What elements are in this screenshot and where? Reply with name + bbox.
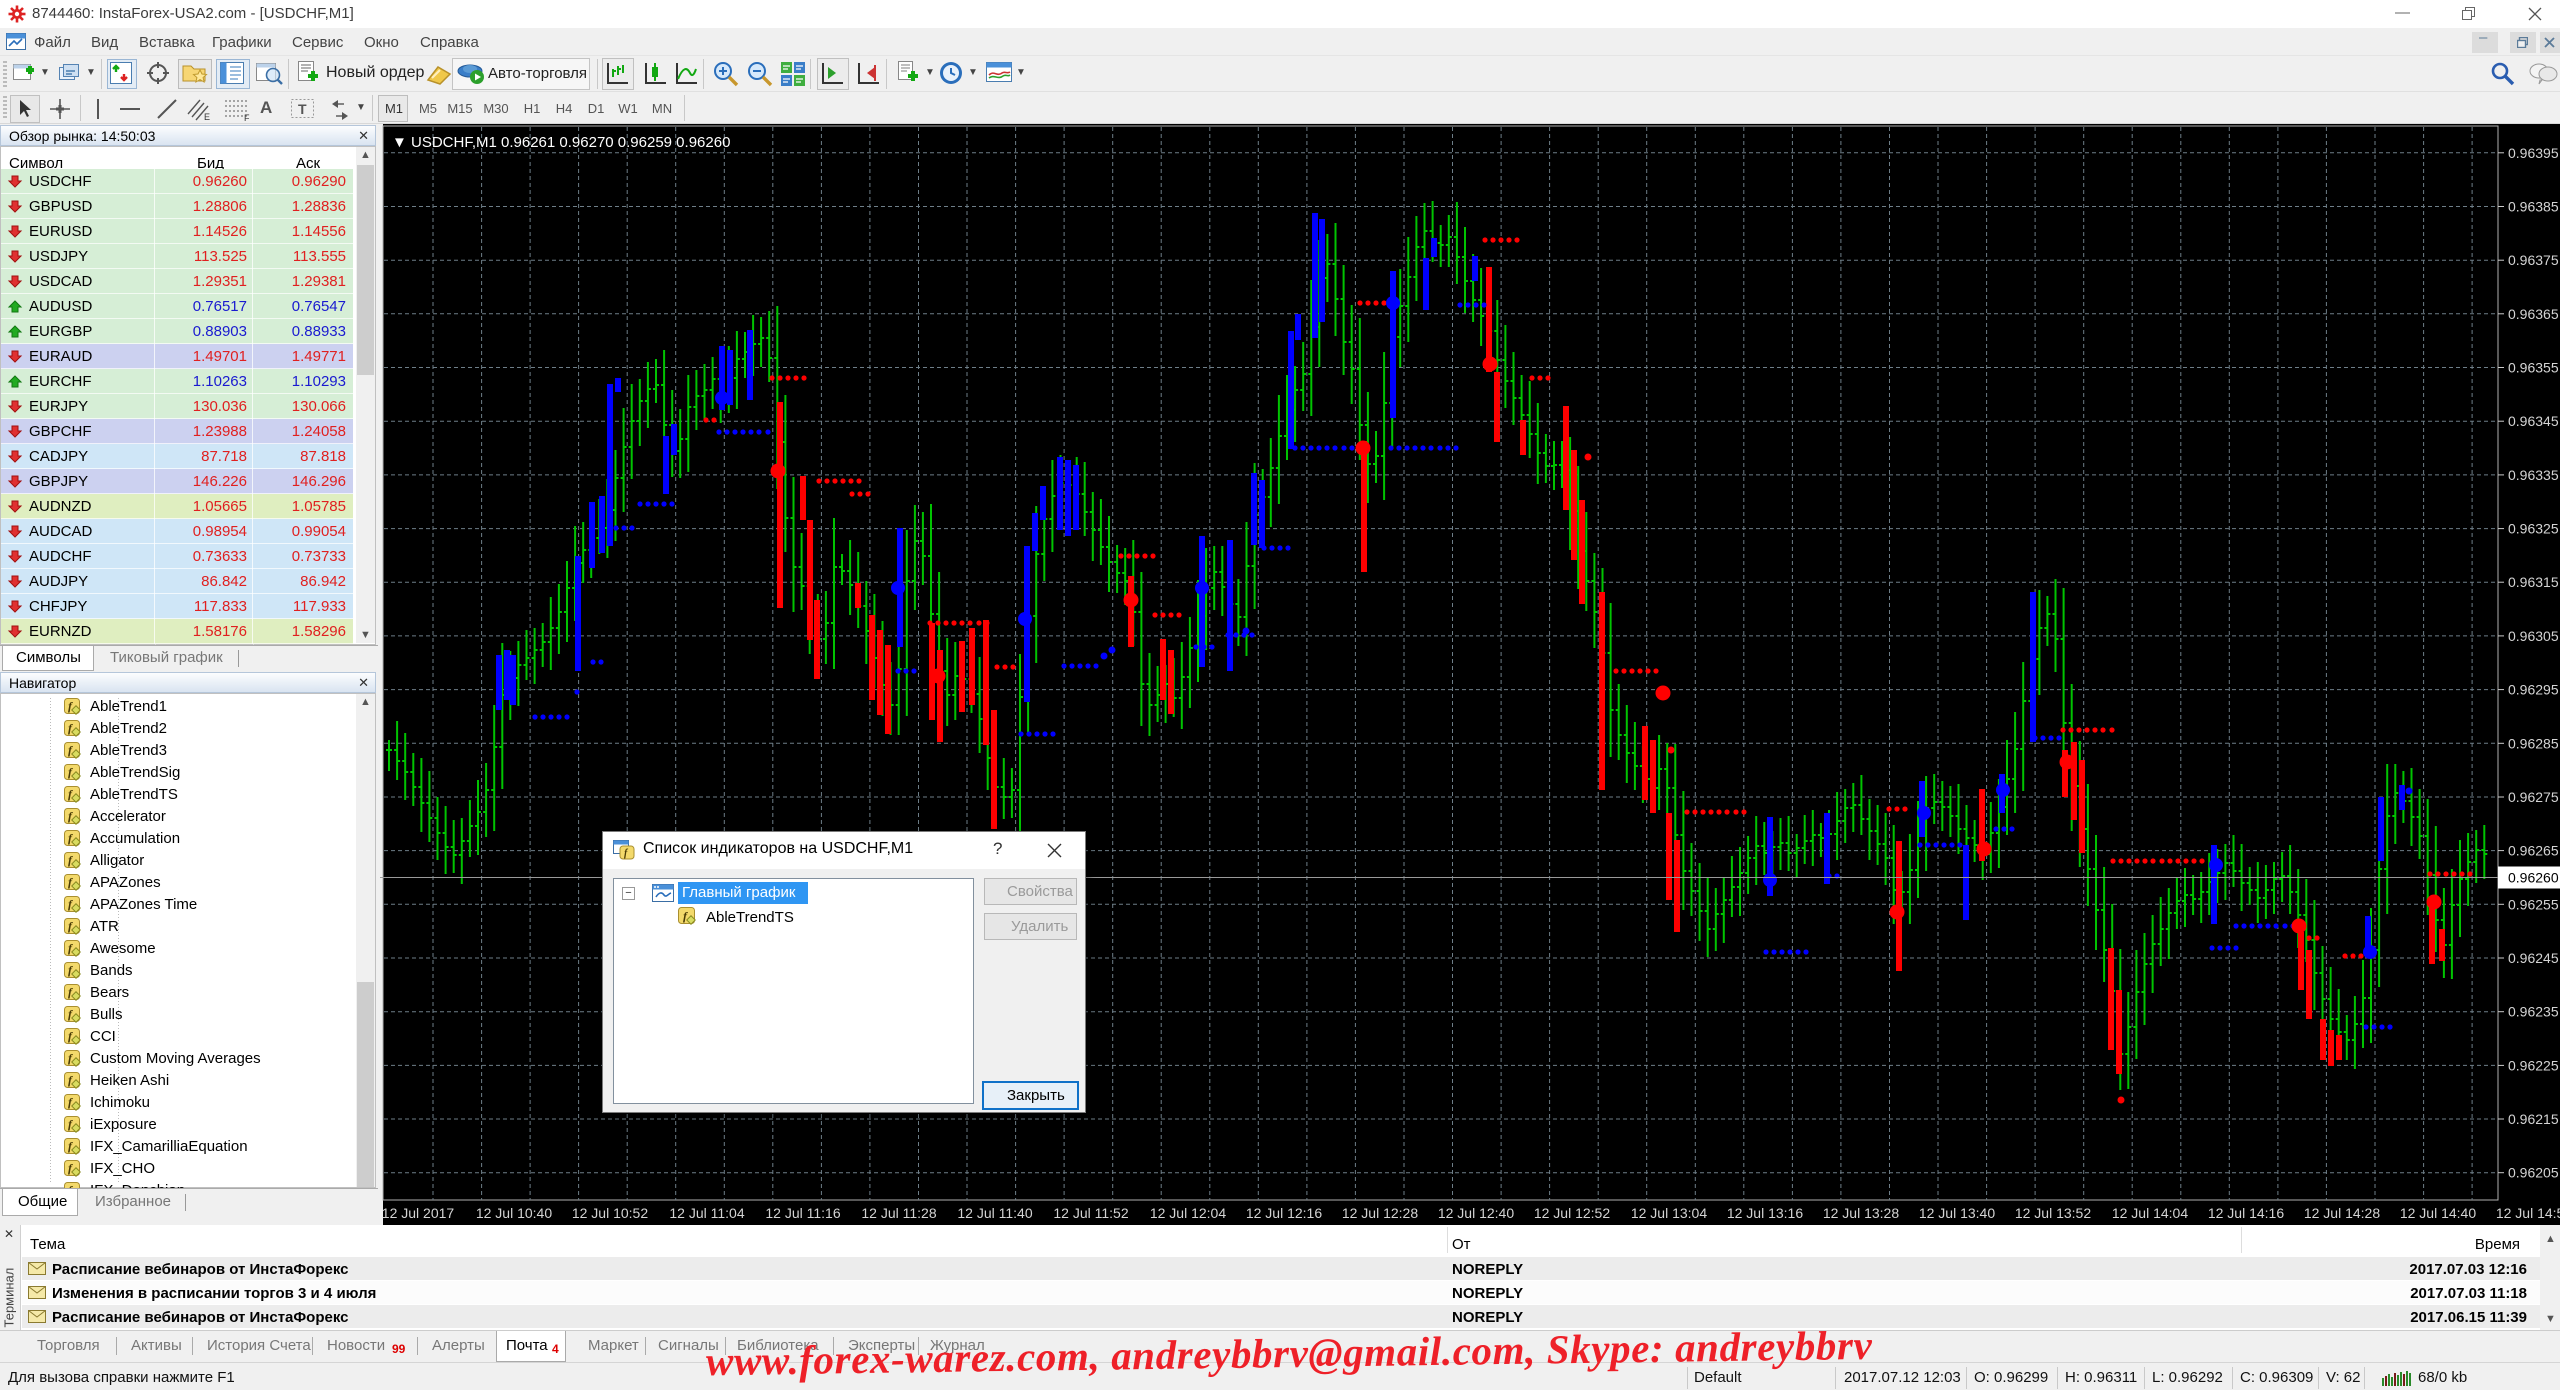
- svg-text:12 Jul 11:04: 12 Jul 11:04: [669, 1205, 744, 1221]
- svg-text:12 Jul 13:04: 12 Jul 13:04: [1631, 1205, 1707, 1221]
- svg-text:0.96355: 0.96355: [2508, 360, 2559, 376]
- svg-text:12 Jul 11:52: 12 Jul 11:52: [1053, 1205, 1128, 1221]
- svg-text:0.96265: 0.96265: [2508, 843, 2559, 859]
- svg-text:0.96305: 0.96305: [2508, 628, 2559, 644]
- svg-text:12 Jul 13:52: 12 Jul 13:52: [2015, 1205, 2091, 1221]
- svg-text:12 Jul 12:16: 12 Jul 12:16: [1246, 1205, 1322, 1221]
- svg-text:0.96365: 0.96365: [2508, 306, 2559, 322]
- svg-text:12 Jul 14:16: 12 Jul 14:16: [2208, 1205, 2284, 1221]
- svg-text:12 Jul 10:40: 12 Jul 10:40: [476, 1205, 552, 1221]
- svg-text:12 Jul 11:40: 12 Jul 11:40: [957, 1205, 1032, 1221]
- svg-text:12 Jul 10:52: 12 Jul 10:52: [572, 1205, 648, 1221]
- svg-text:0.96385: 0.96385: [2508, 199, 2559, 215]
- svg-text:F: F: [244, 113, 250, 122]
- svg-text:12 Jul 11:16: 12 Jul 11:16: [765, 1205, 840, 1221]
- svg-text:12 Jul 14:40: 12 Jul 14:40: [2400, 1205, 2476, 1221]
- svg-text:0.96205: 0.96205: [2508, 1165, 2559, 1181]
- svg-text:▼ USDCHF,M1 0.96261 0.96270 0: ▼ USDCHF,M1 0.96261 0.96270 0.96259 0.96…: [392, 134, 730, 151]
- svg-text:12 Jul 14:04: 12 Jul 14:04: [2112, 1205, 2188, 1221]
- svg-text:0.96375: 0.96375: [2508, 252, 2559, 268]
- svg-text:0.96215: 0.96215: [2508, 1111, 2559, 1127]
- svg-text:E: E: [204, 112, 210, 122]
- svg-text:0.96255: 0.96255: [2508, 896, 2559, 912]
- svg-text:0.96275: 0.96275: [2508, 789, 2559, 805]
- svg-text:0.96235: 0.96235: [2508, 1004, 2559, 1020]
- svg-text:12 Jul 14:52: 12 Jul 14:52: [2496, 1205, 2560, 1221]
- svg-text:0.96245: 0.96245: [2508, 950, 2559, 966]
- svg-text:0.96395: 0.96395: [2508, 145, 2559, 161]
- svg-text:12 Jul 12:40: 12 Jul 12:40: [1438, 1205, 1514, 1221]
- svg-text:0.96325: 0.96325: [2508, 521, 2559, 537]
- svg-text:12 Jul 12:04: 12 Jul 12:04: [1150, 1205, 1226, 1221]
- svg-text:12 Jul 2017: 12 Jul 2017: [382, 1205, 455, 1221]
- svg-text:12 Jul 12:28: 12 Jul 12:28: [1342, 1205, 1418, 1221]
- svg-text:12 Jul 13:28: 12 Jul 13:28: [1823, 1205, 1899, 1221]
- svg-text:0.96315: 0.96315: [2508, 574, 2559, 590]
- svg-text:0.96345: 0.96345: [2508, 413, 2559, 429]
- svg-text:0.96335: 0.96335: [2508, 467, 2559, 483]
- svg-text:0.96225: 0.96225: [2508, 1057, 2559, 1073]
- svg-text:0.96285: 0.96285: [2508, 735, 2559, 751]
- svg-text:12 Jul 13:16: 12 Jul 13:16: [1727, 1205, 1803, 1221]
- svg-text:12 Jul 11:28: 12 Jul 11:28: [861, 1205, 936, 1221]
- svg-text:0.96260: 0.96260: [2508, 870, 2559, 886]
- svg-text:0.96295: 0.96295: [2508, 682, 2559, 698]
- svg-text:12 Jul 12:52: 12 Jul 12:52: [1534, 1205, 1610, 1221]
- svg-text:12 Jul 13:40: 12 Jul 13:40: [1919, 1205, 1995, 1221]
- svg-text:12 Jul 14:28: 12 Jul 14:28: [2304, 1205, 2380, 1221]
- svg-text:T: T: [298, 101, 307, 117]
